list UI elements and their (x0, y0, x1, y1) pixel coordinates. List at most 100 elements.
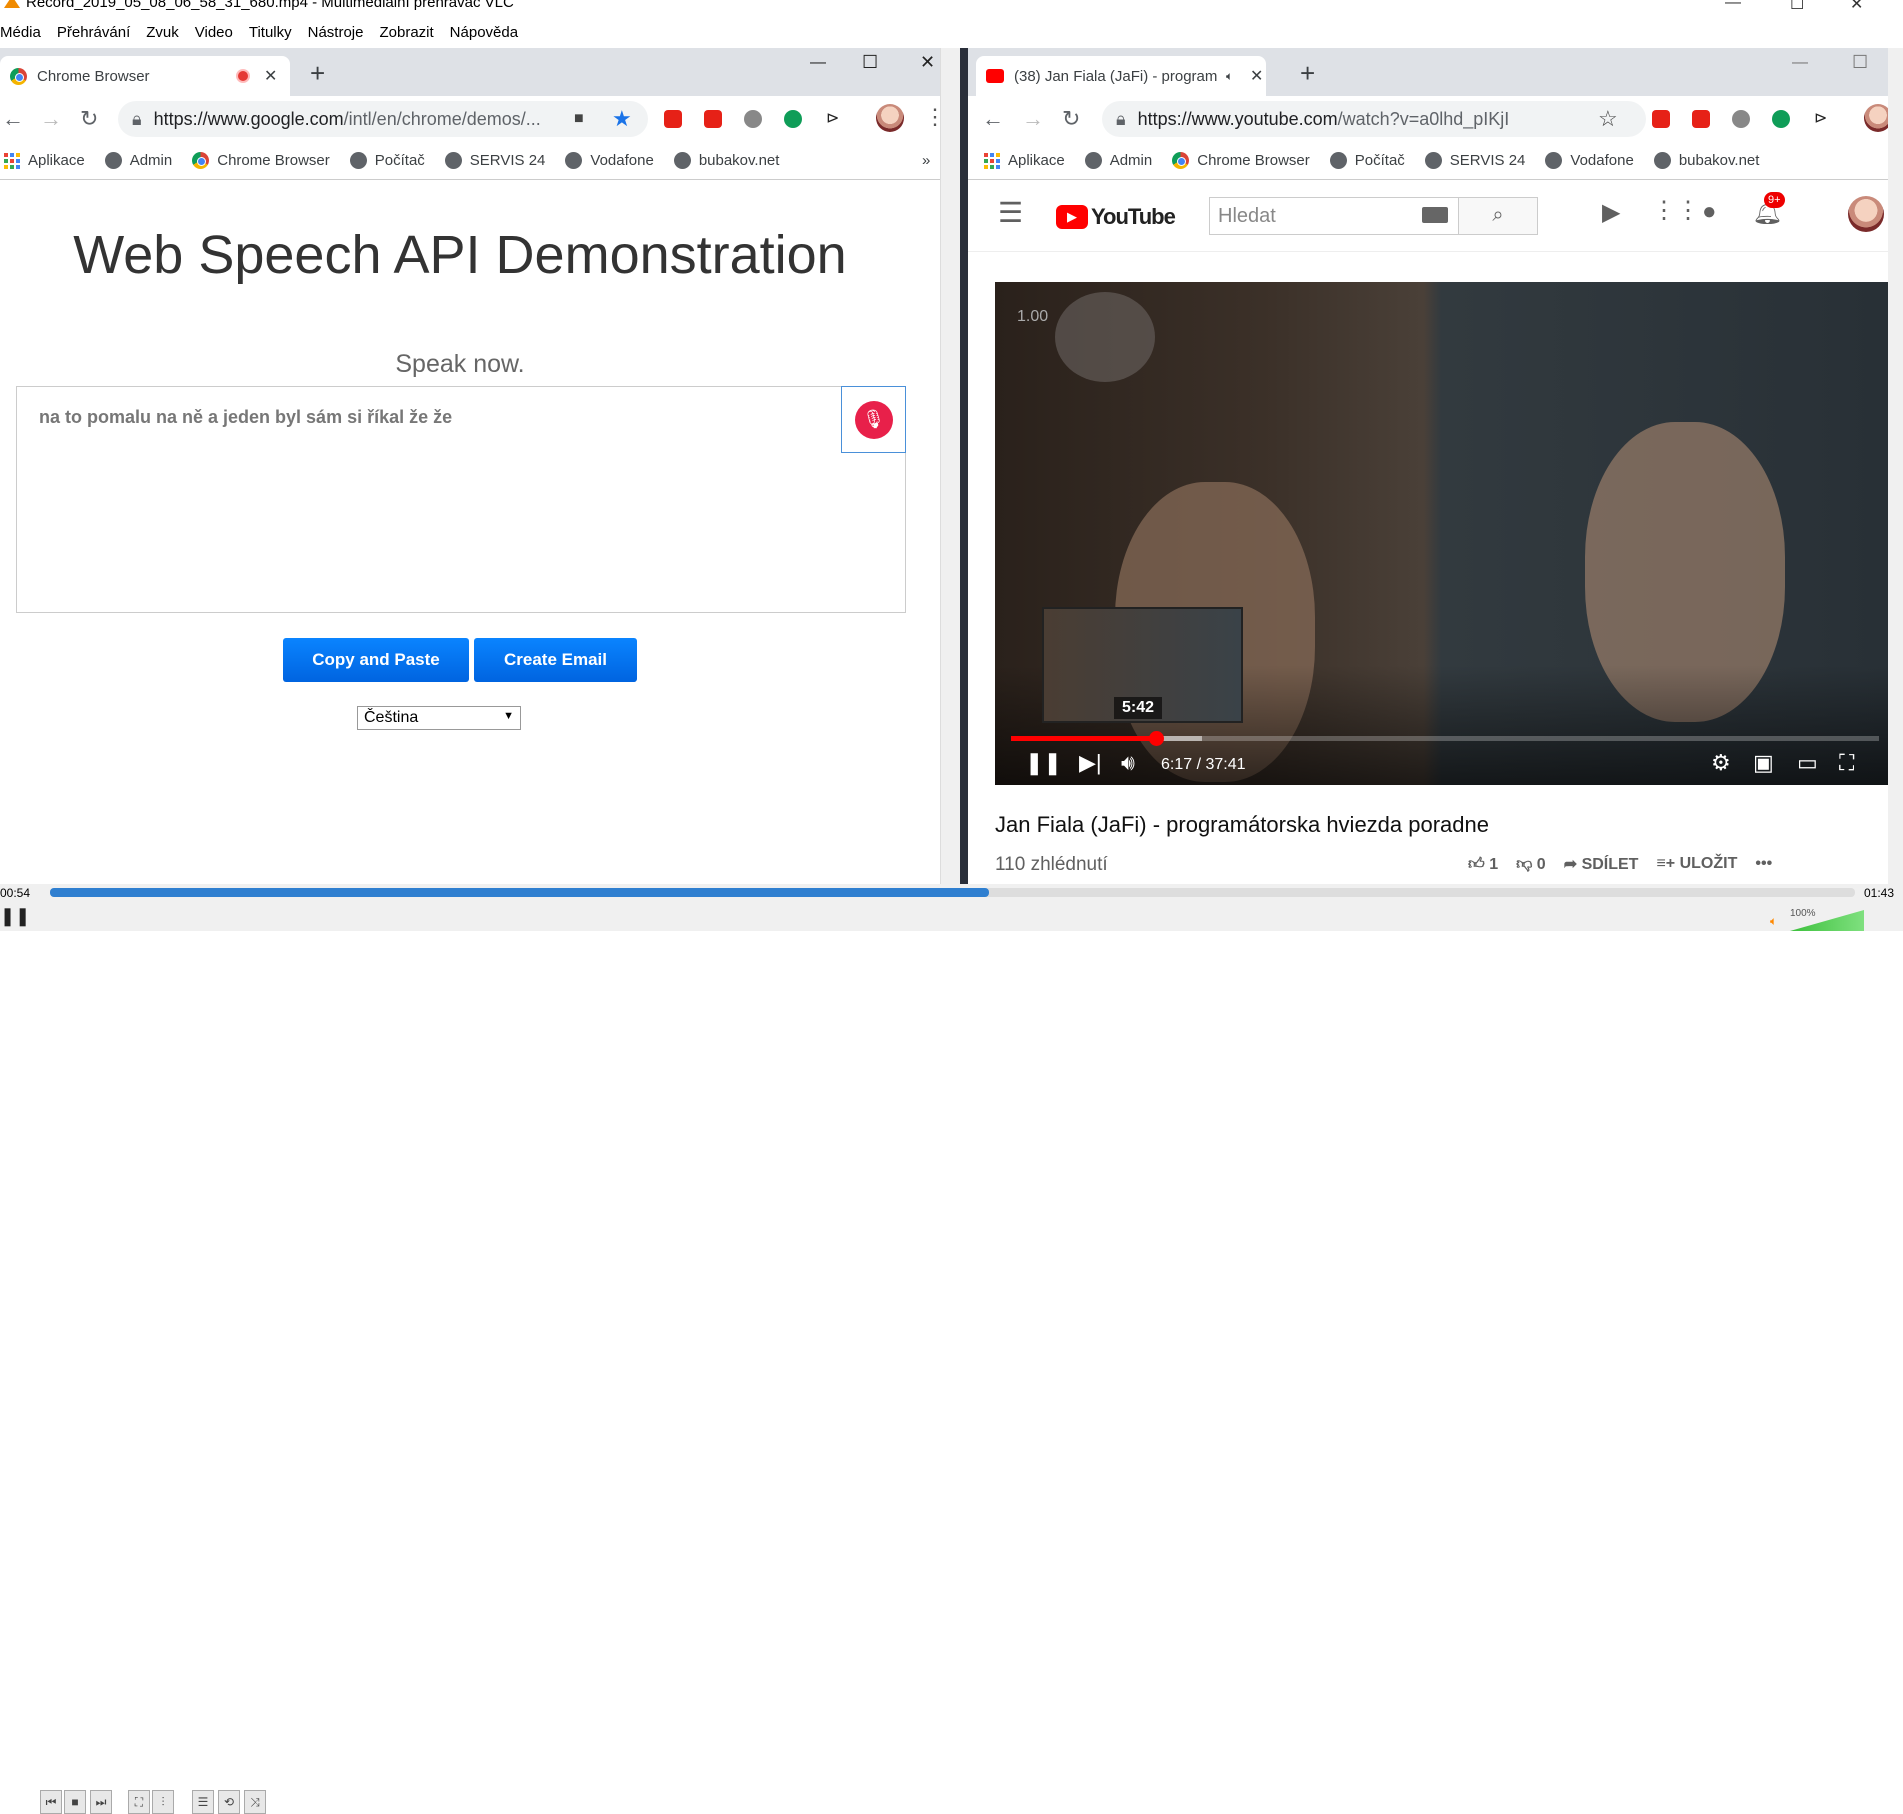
keyboard-icon[interactable] (1422, 207, 1448, 223)
bookmark-chrome-browser[interactable]: Chrome Browser (192, 152, 330, 169)
volume-icon[interactable]: 🔊︎ (1121, 750, 1135, 776)
quote-extension-icon[interactable] (1732, 110, 1750, 128)
settings-gear-icon[interactable]: ⚙ (1711, 750, 1731, 776)
minimize-button[interactable]: — (1725, 0, 1741, 12)
copy-and-paste-button[interactable]: Copy and Paste (283, 638, 469, 682)
left-scrollbar[interactable] (940, 48, 960, 884)
vlc-playlist-button[interactable]: ☰ (192, 1790, 214, 1814)
vlc-previous-button[interactable]: ⏮ (40, 1790, 62, 1814)
camera-icon[interactable]: ■ (574, 110, 584, 128)
bookmark-servis24[interactable]: SERVIS 24 (444, 152, 545, 169)
bookmark-bubakov[interactable]: bubakov.net (673, 152, 779, 169)
fullscreen-icon[interactable]: ⛶ (1839, 750, 1854, 776)
fastforward-extension-icon[interactable] (704, 110, 722, 128)
menu-subtitles[interactable]: Titulky (249, 24, 292, 46)
bookmark-apps[interactable]: Aplikace (984, 152, 1065, 169)
vlc-shuffle-button[interactable]: ⤨ (244, 1790, 266, 1814)
bookmark-bubakov[interactable]: bubakov.net (1653, 152, 1759, 169)
menu-tools[interactable]: Nástroje (308, 24, 364, 46)
vlc-extended-settings-button[interactable]: ⫶ (152, 1790, 174, 1814)
bookmark-pocitac[interactable]: Počítač (1329, 152, 1405, 169)
hamburger-menu-icon[interactable]: ☰ (998, 196, 1023, 229)
pause-icon[interactable]: ❚❚ (1025, 750, 1062, 776)
vlc-fullscreen-button[interactable]: ⛶ (128, 1790, 150, 1814)
audio-playing-icon[interactable]: 🔈︎ (1226, 69, 1233, 84)
video-player[interactable]: 1.00 5:42 ❚❚ ▶| 🔊︎ 6:17 / 37:41 ⚙ ▣ ▭ ⛶ (995, 282, 1888, 785)
hangouts-extension-icon[interactable] (1772, 110, 1790, 128)
tab-close-icon[interactable]: ✕ (264, 66, 277, 86)
like-button[interactable]: 👍︎ 1 (1468, 855, 1498, 874)
bookmark-servis24[interactable]: SERVIS 24 (1424, 152, 1525, 169)
minimize-button[interactable]: — (1792, 54, 1808, 72)
menu-playback[interactable]: Přehrávání (57, 24, 130, 46)
close-button[interactable]: ✕ (920, 52, 935, 73)
menu-view[interactable]: Zobrazit (379, 24, 433, 46)
language-select[interactable]: Čeština ▼ (357, 706, 521, 730)
miniplayer-icon[interactable]: ▣ (1753, 750, 1774, 776)
bookmark-star-icon[interactable]: ☆ (1598, 106, 1618, 132)
tab-chrome-browser[interactable]: Chrome Browser ✕ (0, 56, 290, 96)
youtube-logo[interactable]: ▶ YouTube (1056, 204, 1176, 230)
tab-youtube[interactable]: (38) Jan Fiala (JaFi) - program 🔈︎ ✕ (976, 56, 1266, 96)
address-bar[interactable]: 🔒︎ https://www.google.com/intl/en/chrome… (118, 101, 648, 137)
search-input[interactable]: Hledat (1209, 197, 1459, 235)
bookmark-chrome-browser[interactable]: Chrome Browser (1172, 152, 1310, 169)
right-scrollbar[interactable] (1888, 48, 1903, 884)
bookmark-vodafone[interactable]: Vodafone (1545, 152, 1634, 169)
more-actions-icon[interactable]: ••• (1755, 855, 1772, 873)
vlc-stop-button[interactable]: ■ (64, 1790, 86, 1814)
bookmark-star-icon[interactable]: ★ (612, 106, 632, 132)
vlc-next-button[interactable]: ⏭ (90, 1790, 112, 1814)
save-button[interactable]: ≡+ ULOŽIT (1656, 855, 1737, 873)
menu-help[interactable]: Nápověda (450, 24, 518, 46)
tab-close-icon[interactable]: ✕ (1250, 66, 1263, 86)
bookmark-vodafone[interactable]: Vodafone (565, 152, 654, 169)
scrubber-handle[interactable] (1148, 731, 1164, 746)
forward-icon[interactable]: → (1022, 106, 1044, 132)
bookmark-admin[interactable]: Admin (104, 152, 172, 169)
youtube-extension-icon[interactable] (1652, 110, 1670, 128)
next-icon[interactable]: ▶| (1079, 750, 1102, 776)
bookmark-apps[interactable]: Aplikace (4, 152, 85, 169)
maximize-button[interactable]: ☐ (1852, 52, 1868, 73)
cast-extension-icon[interactable]: ⊳ (1814, 108, 1827, 128)
hangouts-extension-icon[interactable] (784, 110, 802, 128)
speaker-icon[interactable]: 🔈︎ (1770, 914, 1777, 929)
back-icon[interactable]: ← (2, 106, 24, 132)
bookmark-admin[interactable]: Admin (1084, 152, 1152, 169)
back-icon[interactable]: ← (982, 106, 1004, 132)
minimize-button[interactable]: — (810, 54, 826, 72)
menu-media[interactable]: Média (0, 24, 41, 46)
search-button[interactable]: ⌕ (1458, 197, 1538, 235)
menu-video[interactable]: Video (195, 24, 233, 46)
theater-mode-icon[interactable]: ▭ (1797, 750, 1818, 776)
youtube-extension-icon[interactable] (664, 110, 682, 128)
maximize-button[interactable]: ☐ (862, 52, 878, 73)
create-video-icon[interactable]: ▶︎ (1602, 198, 1620, 227)
reload-icon[interactable]: ↻ (80, 106, 98, 132)
dislike-button[interactable]: 👎︎ 0 (1516, 855, 1546, 874)
transcript-area[interactable]: na to pomalu na ně a jeden byl sám si ří… (16, 386, 906, 613)
cast-extension-icon[interactable]: ⊳ (826, 108, 839, 128)
video-progress-bar[interactable] (1011, 731, 1879, 746)
new-tab-button[interactable]: + (310, 58, 325, 89)
apps-icon[interactable]: ⋮⋮ (1652, 196, 1700, 225)
messages-icon[interactable]: ● (1702, 198, 1717, 226)
new-tab-button[interactable]: + (1300, 58, 1315, 89)
profile-avatar[interactable] (1864, 104, 1888, 132)
reload-icon[interactable]: ↻ (1062, 106, 1080, 132)
address-bar[interactable]: 🔒︎ https://www.youtube.com/watch?v=a0lhd… (1102, 101, 1646, 137)
quote-extension-icon[interactable] (744, 110, 762, 128)
profile-avatar[interactable] (876, 104, 904, 132)
vlc-loop-button[interactable]: ⟲ (218, 1790, 240, 1814)
share-button[interactable]: ➦ SDÍLET (1564, 854, 1639, 874)
more-bookmarks-button[interactable]: » (922, 152, 930, 169)
fastforward-extension-icon[interactable] (1692, 110, 1710, 128)
close-button[interactable]: ✕ (1850, 0, 1863, 14)
menu-kebab-icon[interactable]: ⋮ (924, 104, 940, 130)
menu-audio[interactable]: Zvuk (146, 24, 179, 46)
forward-icon[interactable]: → (40, 106, 62, 132)
vlc-seek-bar[interactable] (50, 888, 1855, 897)
vlc-pause-button[interactable]: ❚❚ (0, 906, 30, 927)
bookmark-pocitac[interactable]: Počítač (349, 152, 425, 169)
